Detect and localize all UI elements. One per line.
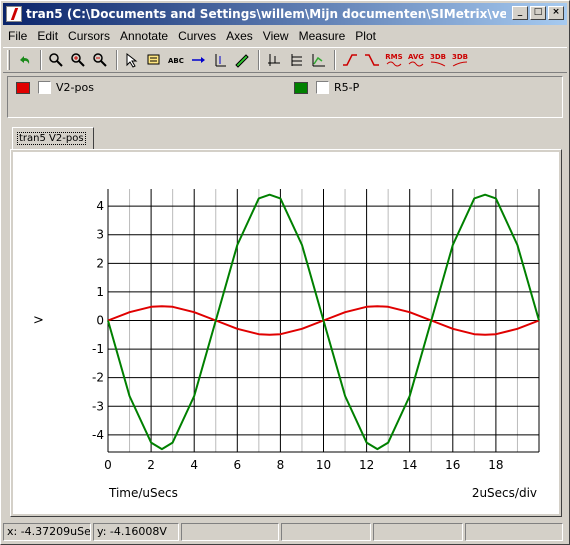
- x-tick-label: 6: [233, 458, 241, 472]
- scale-label: 2uSecs/div: [472, 486, 537, 500]
- status-cell-6: [465, 523, 563, 541]
- legend-entry-v2-pos: V2-pos: [16, 81, 94, 94]
- rise-time-icon[interactable]: [340, 50, 360, 70]
- legend-swatch-red: [16, 81, 30, 94]
- x-tick-label: 18: [488, 458, 503, 472]
- status-cell-3: [181, 523, 279, 541]
- edit-curve-icon[interactable]: [232, 50, 252, 70]
- app-window: tran5 (C:\Documents and Settings\willem\…: [0, 0, 570, 545]
- rms-label: RMS: [385, 53, 403, 61]
- tab-tran5-v2-pos[interactable]: tran5 V2-pos: [12, 127, 94, 149]
- fall-time-icon[interactable]: [362, 50, 382, 70]
- bandwidth-3db-icon[interactable]: 3DB: [428, 50, 448, 70]
- label-abc-icon[interactable]: ABC: [166, 50, 186, 70]
- legend-label-r5-p: R5-P: [334, 81, 360, 94]
- x-axis-label: Time/uSecs: [108, 486, 178, 500]
- menu-cursors[interactable]: Cursors: [63, 29, 115, 43]
- x-tick-label: 0: [104, 458, 112, 472]
- menu-measure[interactable]: Measure: [294, 29, 351, 43]
- legend-checkbox-v2-pos[interactable]: [38, 81, 51, 94]
- avg-icon[interactable]: AVG: [406, 50, 426, 70]
- legend-entry-r5-p: R5-P: [294, 81, 359, 94]
- waveform-chart[interactable]: 0 2 4 6 8 10 12 14 16 1843210-1-2-3-4 > Time/uSec…: [13, 152, 559, 514]
- grid-icon[interactable]: [264, 50, 284, 70]
- zoom-icon[interactable]: [46, 50, 66, 70]
- menu-curves[interactable]: Curves: [173, 29, 221, 43]
- 3db-label: 3DB: [429, 53, 447, 61]
- undo-icon[interactable]: [14, 50, 34, 70]
- status-y-readout: y: -4.16008V: [93, 523, 179, 541]
- legend-panel: V2-pos R5-P: [7, 76, 563, 118]
- zoom-out-icon[interactable]: [90, 50, 110, 70]
- measure-graph-icon[interactable]: [308, 50, 328, 70]
- status-cell-4: [281, 523, 371, 541]
- y-axis-label: >: [33, 313, 44, 328]
- y-tick-label: -3: [92, 399, 104, 413]
- y-tick-label: 2: [96, 256, 104, 270]
- y-tick-label: -4: [92, 428, 104, 442]
- axis-add-icon[interactable]: [210, 50, 230, 70]
- menu-bar: File Edit Cursors Annotate Curves Axes V…: [3, 27, 381, 45]
- x-tick-label: 2: [147, 458, 155, 472]
- cursor-icon[interactable]: [122, 50, 142, 70]
- legend-label-v2-pos: V2-pos: [56, 81, 94, 94]
- y-tick-label: 1: [96, 285, 104, 299]
- x-tick-label: 14: [402, 458, 417, 472]
- status-x-readout: x: -4.37209uSecs: [3, 523, 91, 541]
- close-button[interactable]: ×: [548, 6, 564, 20]
- arrow-marker-icon[interactable]: [188, 50, 208, 70]
- y-tick-label: -1: [92, 342, 104, 356]
- x-tick-label: 10: [316, 458, 331, 472]
- menu-file[interactable]: File: [3, 29, 32, 43]
- toolbar-grip[interactable]: [7, 50, 10, 70]
- legend-checkbox-r5-p[interactable]: [316, 81, 329, 94]
- x-tick-label: 8: [277, 458, 285, 472]
- window-title: tran5 (C:\Documents and Settings\willem\…: [26, 7, 506, 21]
- title-bar[interactable]: tran5 (C:\Documents and Settings\willem\…: [3, 3, 567, 25]
- x-tick-label: 12: [359, 458, 374, 472]
- highpass-3db-icon[interactable]: 3DB: [450, 50, 470, 70]
- svg-text:ABC: ABC: [168, 57, 184, 65]
- y-tick-label: 3: [96, 228, 104, 242]
- axes-stack-icon[interactable]: [286, 50, 306, 70]
- 3db-label-2: 3DB: [451, 53, 469, 61]
- y-tick-label: 0: [96, 314, 104, 328]
- avg-label: AVG: [407, 53, 425, 61]
- legend-swatch-green: [294, 81, 308, 94]
- status-cell-5: [373, 523, 463, 541]
- menu-annotate[interactable]: Annotate: [115, 29, 173, 43]
- annotate-icon[interactable]: [144, 50, 164, 70]
- minimize-button[interactable]: _: [512, 6, 528, 20]
- zoom-in-icon[interactable]: [68, 50, 88, 70]
- menu-view[interactable]: View: [258, 29, 294, 43]
- plot-area[interactable]: 0 2 4 6 8 10 12 14 16 18 4 3 2 1 0 -1 -2 -3 -4 > Time/uSec…: [13, 152, 559, 514]
- status-bar: x: -4.37209uSecs y: -4.16008V: [3, 523, 567, 543]
- y-tick-label: 4: [96, 199, 104, 213]
- y-tick-label: -2: [92, 371, 104, 385]
- menu-plot[interactable]: Plot: [350, 29, 381, 43]
- tab-label: tran5 V2-pos: [17, 132, 86, 145]
- x-tick-label: 4: [190, 458, 198, 472]
- rms-icon[interactable]: RMS: [384, 50, 404, 70]
- maximize-button[interactable]: □: [530, 6, 546, 20]
- menu-axes[interactable]: Axes: [221, 29, 258, 43]
- toolbar: ABC RMS AVG 3DB 3DB: [3, 47, 567, 73]
- x-tick-label: 16: [445, 458, 460, 472]
- simetrix-app-icon[interactable]: [6, 6, 22, 22]
- menu-edit[interactable]: Edit: [32, 29, 63, 43]
